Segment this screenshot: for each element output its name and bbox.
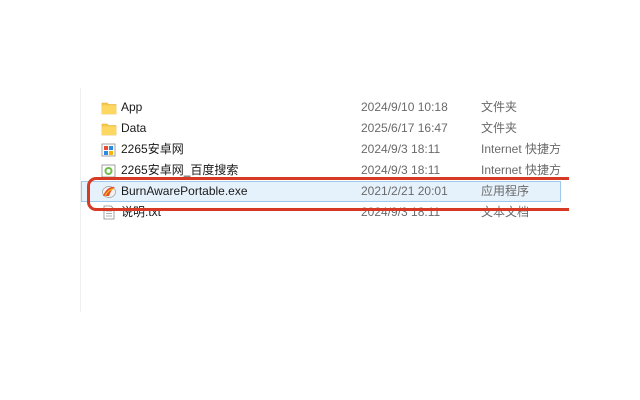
file-name: 2265安卓网_百度搜索 (121, 163, 239, 177)
file-list-pane: App 2024/9/10 10:18 文件夹 Data 2025/6/17 1… (80, 88, 561, 312)
file-name: Data (121, 121, 147, 135)
file-row-2265-search-shortcut[interactable]: 2265安卓网_百度搜索 2024/9/3 18:11 Internet 快捷方 (81, 160, 561, 181)
file-type: Internet 快捷方 (481, 142, 561, 156)
file-name: 2265安卓网 (121, 142, 184, 156)
file-type: 应用程序 (481, 184, 530, 198)
file-date: 2024/9/3 18:11 (361, 163, 441, 177)
file-name: App (121, 100, 143, 114)
file-date: 2025/6/17 16:47 (361, 121, 448, 135)
text-document-icon (103, 205, 115, 220)
file-list: App 2024/9/10 10:18 文件夹 Data 2025/6/17 1… (81, 97, 561, 223)
file-type: 文件夹 (481, 100, 518, 114)
file-date: 2021/2/21 20:01 (361, 184, 448, 198)
file-row-burnaware[interactable]: BurnAwarePortable.exe 2021/2/21 20:01 应用… (81, 181, 561, 202)
internet-shortcut-icon (101, 143, 116, 157)
file-name: BurnAwarePortable.exe (121, 184, 248, 198)
burnaware-app-icon (102, 186, 116, 198)
folder-icon (101, 102, 117, 115)
file-type: Internet 快捷方 (481, 163, 561, 177)
file-name: 说明.txt (121, 205, 162, 219)
file-type: 文件夹 (481, 121, 518, 135)
file-date: 2024/9/3 18:11 (361, 205, 441, 219)
file-date: 2024/9/3 18:11 (361, 142, 441, 156)
file-row-readme[interactable]: 说明.txt 2024/9/3 18:11 文本文档 (81, 202, 561, 223)
file-date: 2024/9/10 10:18 (361, 100, 448, 114)
file-row-data[interactable]: Data 2025/6/17 16:47 文件夹 (81, 118, 561, 139)
file-row-app[interactable]: App 2024/9/10 10:18 文件夹 (81, 97, 561, 118)
folder-icon (101, 123, 117, 136)
screenshot-canvas: App 2024/9/10 10:18 文件夹 Data 2025/6/17 1… (0, 0, 640, 400)
file-type: 文本文档 (481, 205, 530, 219)
file-row-2265-shortcut[interactable]: 2265安卓网 2024/9/3 18:11 Internet 快捷方 (81, 139, 561, 160)
internet-shortcut-search-icon (101, 164, 116, 178)
